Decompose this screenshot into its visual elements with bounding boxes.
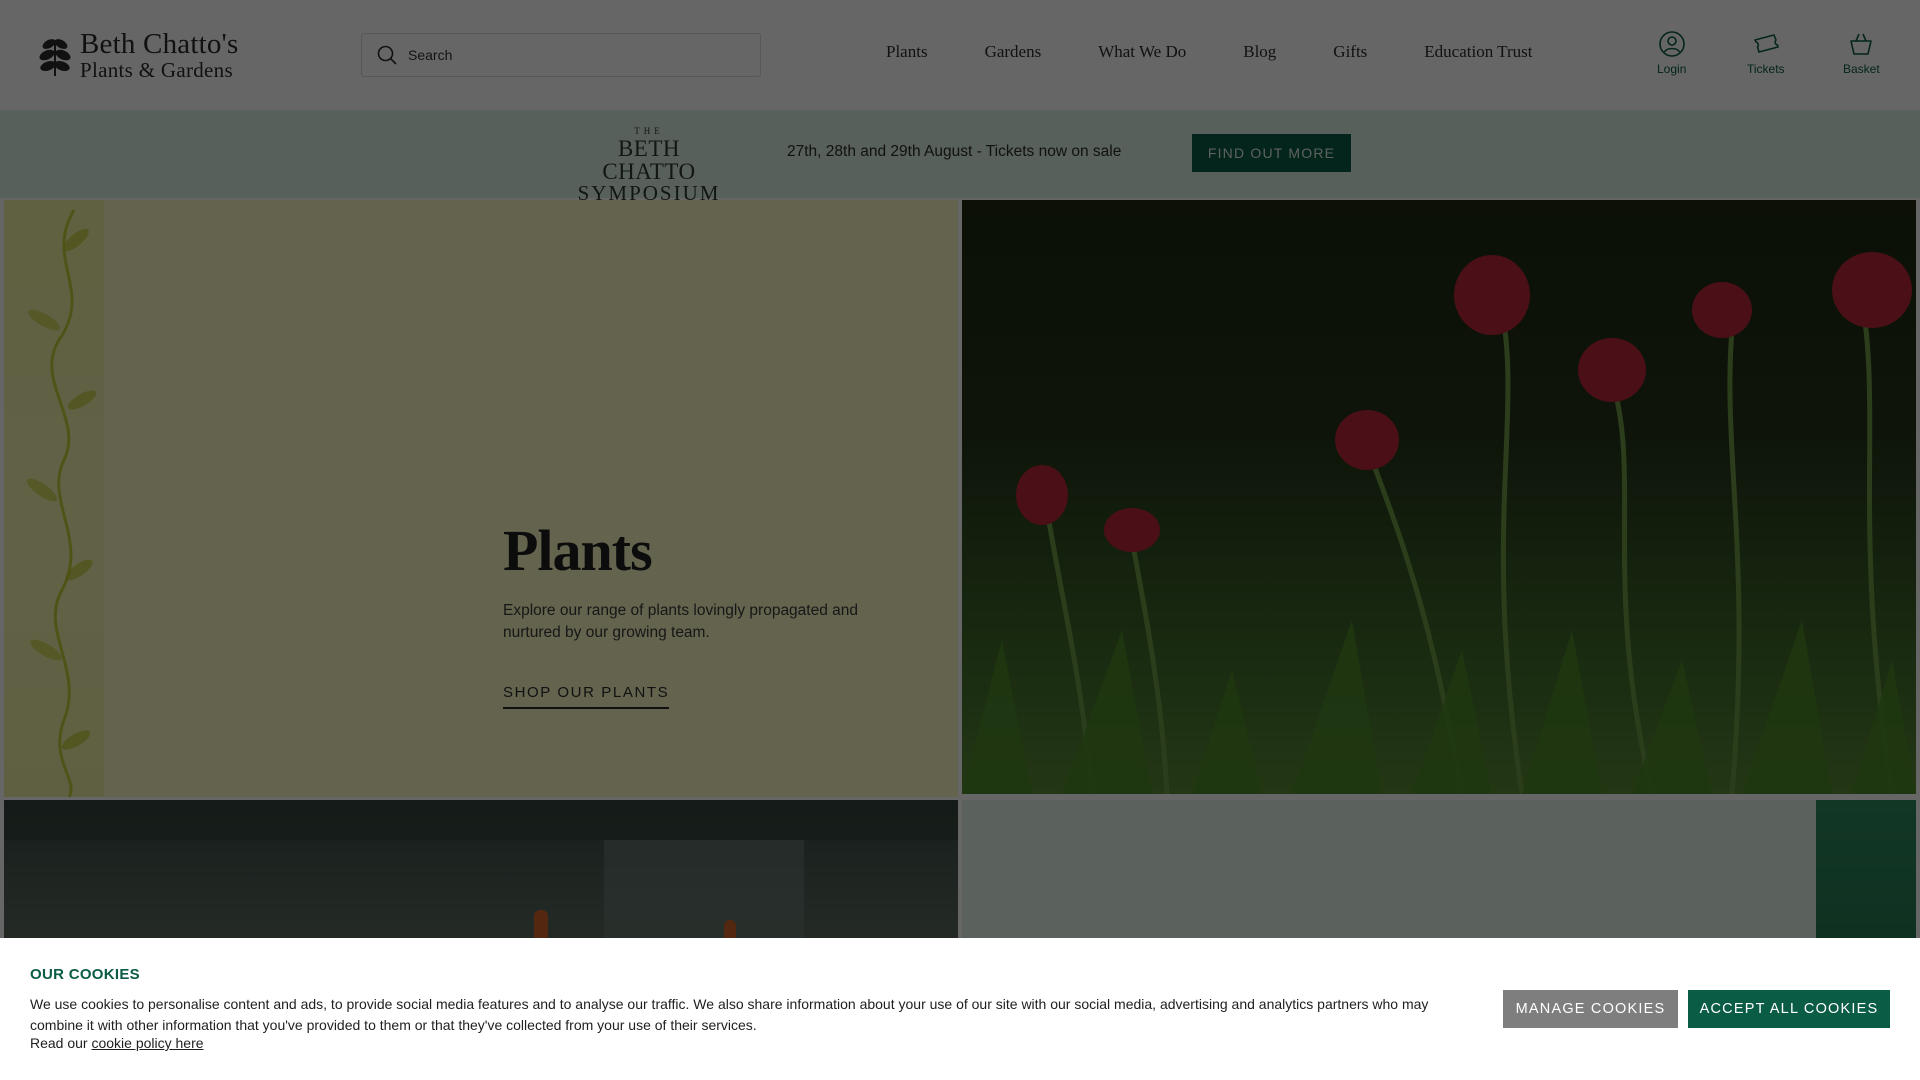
cookie-title: OUR COOKIES xyxy=(30,966,140,983)
symposium-logo: THE BETH CHATTO SYMPOSIUM xyxy=(571,127,727,204)
symposium-logo-the: THE xyxy=(634,126,664,136)
tickets-link[interactable]: Tickets xyxy=(1747,30,1785,76)
search-box[interactable] xyxy=(361,33,761,77)
plants-description: Explore our range of plants lovingly pro… xyxy=(503,602,859,641)
symposium-banner: THE BETH CHATTO SYMPOSIUM 27th, 28th and… xyxy=(0,110,1920,204)
manage-cookies-button[interactable]: MANAGE COOKIES xyxy=(1503,990,1678,1028)
plants-heading: Plants xyxy=(503,518,653,583)
site-header: Beth Chatto's Plants & Gardens Plants Ga… xyxy=(0,0,1920,110)
cookie-policy-link[interactable]: cookie policy here xyxy=(91,1035,203,1051)
logo-wordmark: Beth Chatto's Plants & Gardens xyxy=(80,30,238,81)
leaf-logo-icon xyxy=(39,38,71,76)
leaf-pattern-icon xyxy=(26,209,97,797)
leaf-pattern-strip xyxy=(4,200,104,797)
symposium-dates: 27th, 28th and 29th August - Tickets now… xyxy=(787,143,1122,160)
login-label: Login xyxy=(1657,62,1687,76)
cookie-body-text: We use cookies to personalise content an… xyxy=(30,996,1429,1033)
site-logo[interactable]: Beth Chatto's Plants & Gardens xyxy=(38,30,238,81)
symposium-logo-line-2: BETH CHATTO xyxy=(602,136,696,184)
logo-line-1: Beth Chatto's xyxy=(80,28,239,60)
basket-link[interactable]: Basket xyxy=(1843,30,1880,76)
ticket-icon xyxy=(1753,34,1779,53)
nav-gardens[interactable]: Gardens xyxy=(985,42,1042,62)
cookie-read-prefix: Read our xyxy=(30,1035,88,1051)
tulip-image xyxy=(962,252,1916,794)
search-input[interactable] xyxy=(408,47,738,63)
nav-plants[interactable]: Plants xyxy=(886,42,928,62)
basket-icon xyxy=(1850,33,1873,55)
tulip-photo xyxy=(962,200,1916,794)
nav-blog[interactable]: Blog xyxy=(1243,42,1276,62)
user-icon xyxy=(1658,31,1685,57)
accept-all-cookies-button[interactable]: ACCEPT ALL COOKIES xyxy=(1688,990,1890,1028)
find-out-more-button[interactable]: FIND OUT MORE xyxy=(1192,134,1351,172)
search-icon xyxy=(377,45,397,65)
nav-gifts[interactable]: Gifts xyxy=(1333,42,1367,62)
logo-line-2: Plants & Gardens xyxy=(80,58,233,82)
main-nav: Plants Gardens What We Do Blog Gifts Edu… xyxy=(886,42,1532,62)
plants-tile: Plants Explore our range of plants lovin… xyxy=(4,200,958,797)
basket-label: Basket xyxy=(1843,62,1880,76)
cookie-policy-line: Read our cookie policy here xyxy=(30,1035,204,1051)
shop-our-plants-link[interactable]: SHOP OUR PLANTS xyxy=(503,684,670,709)
cookie-banner: OUR COOKIES We use cookies to personalis… xyxy=(0,938,1920,1080)
nav-education-trust[interactable]: Education Trust xyxy=(1424,42,1532,62)
tickets-label: Tickets xyxy=(1747,62,1785,76)
login-link[interactable]: Login xyxy=(1657,30,1686,76)
nav-what-we-do[interactable]: What We Do xyxy=(1098,42,1186,62)
